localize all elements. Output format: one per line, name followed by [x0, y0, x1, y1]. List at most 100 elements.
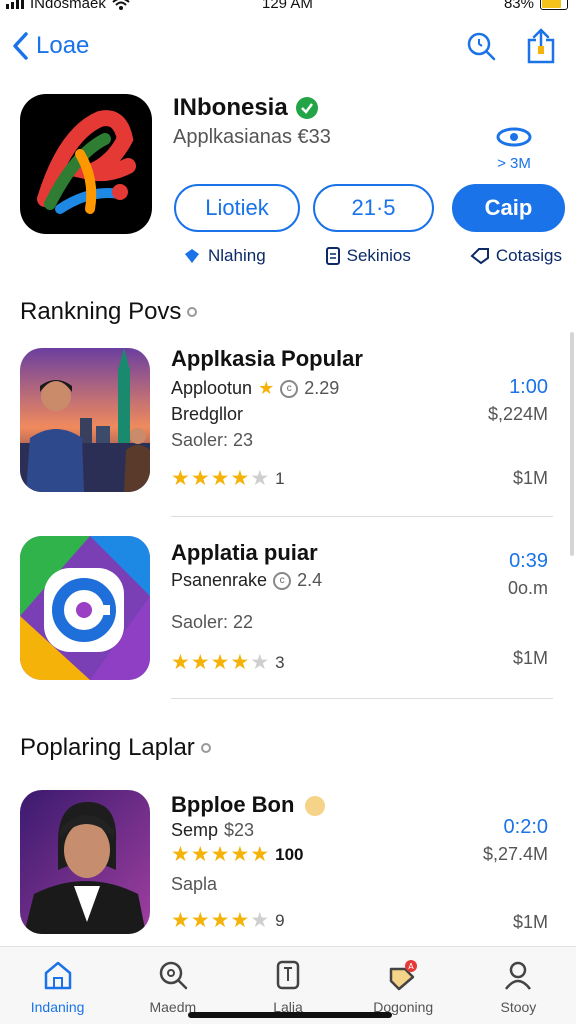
item-subtitle-text: Applootun: [171, 378, 253, 398]
star-icon: ★: [210, 651, 230, 674]
app-thumbnail: [20, 790, 150, 934]
battery-icon: [540, 0, 568, 10]
status-time: 129 AM: [262, 0, 313, 12]
battery-percent: 83%: [503, 0, 534, 12]
meta-categories-label: Cotasigs: [495, 246, 562, 265]
wifi-icon: [112, 0, 130, 10]
tag-icon: [470, 248, 489, 265]
library-icon: [276, 960, 300, 990]
carrier-name: INdosmaek: [30, 0, 106, 12]
star-empty-icon: ★: [250, 467, 270, 490]
item-title: Bpploe Bon: [171, 792, 325, 818]
item-developer: Bredgllor: [171, 404, 244, 424]
section-title-ranking-text: Rankning Povs: [20, 298, 182, 325]
chevron-left-icon: [13, 32, 28, 60]
item-seller: Saoler: 22: [171, 612, 254, 632]
star-icon: ★: [258, 378, 275, 398]
rating-count: 9: [275, 910, 285, 930]
search-icon: [159, 961, 188, 990]
app-title: INbonesia: [173, 94, 318, 122]
app-name: INbonesia: [173, 94, 288, 121]
star-empty-icon: ★: [250, 909, 270, 932]
item-subtitle: Psanenrake c 2.4: [171, 570, 322, 591]
puzzle-icon: [185, 249, 199, 263]
item-subtitle: Semp $23: [171, 820, 254, 841]
item-revenue: 0o.m: [507, 578, 548, 598]
section-title-ranking: Rankning Povs: [20, 298, 198, 326]
app-meta-row: Nlahing Sekinios Cotasigs: [182, 246, 562, 266]
divider: [171, 698, 553, 699]
item-time: 0:39: [509, 550, 548, 572]
star-icon: ★: [190, 843, 210, 866]
item-time: 1:00: [509, 376, 548, 398]
item-subtitle-text: Semp: [171, 820, 219, 840]
app-thumbnail: [20, 348, 150, 492]
divider: [171, 516, 553, 517]
item-price: $23: [224, 820, 255, 840]
tab-profile[interactable]: Stooy: [461, 947, 576, 1024]
rating-stars: ★ ★ ★ ★ ★ 1: [171, 466, 285, 491]
tab-home-label: Indaning: [30, 999, 85, 1015]
back-label: Loae: [36, 32, 90, 59]
meta-settings[interactable]: Sekinios: [325, 246, 411, 266]
item-size: $1M: [512, 468, 548, 488]
star-icon: ★: [210, 909, 230, 932]
home-indicator: [188, 1012, 392, 1018]
star-empty-icon: ★: [250, 651, 270, 674]
back-button[interactable]: Loae: [10, 28, 89, 64]
updates-icon: A: [389, 960, 418, 991]
meta-categories[interactable]: Cotasigs: [470, 246, 562, 266]
profile-icon: [505, 961, 532, 990]
rating-button[interactable]: 21·5: [313, 184, 434, 232]
home-icon: [44, 961, 71, 990]
item-title: Applatia puiar: [171, 540, 318, 565]
item-title: Applkasia Popular: [171, 346, 363, 371]
star-icon: ★: [210, 843, 230, 866]
item-seller: Sapla: [171, 874, 218, 894]
verified-check-icon: [295, 97, 318, 119]
svg-text:A: A: [408, 962, 414, 971]
star-icon: ★: [210, 467, 230, 490]
info-icon: [200, 743, 211, 753]
rating-stars-top: ★ ★ ★ ★ ★ 100: [171, 842, 304, 867]
downloads-value: > 3M: [497, 155, 531, 172]
item-seller: Saoler: 23: [171, 430, 254, 450]
item-size: $1M: [512, 648, 548, 668]
star-icon: ★: [230, 909, 250, 932]
coin-icon: c: [280, 379, 299, 398]
meta-ranking-label: Nlahing: [208, 246, 266, 265]
link-icon: [496, 127, 532, 147]
item-price: 2.29: [304, 378, 340, 398]
signal-icon: [6, 0, 24, 9]
rating-count: 3: [275, 652, 285, 672]
share-button[interactable]: [524, 28, 558, 64]
rating-count-top: 100: [275, 844, 304, 864]
item-subtitle: Applootun ★ c 2.29: [171, 378, 339, 399]
get-button[interactable]: Caip: [452, 184, 565, 232]
section-title-popular: Poplaring Laplar: [20, 734, 211, 762]
badge-icon: [304, 796, 325, 817]
meta-ranking[interactable]: Nlahing: [182, 246, 266, 266]
app-subtitle: Applkasianas €33: [173, 126, 331, 148]
section-title-popular-text: Poplaring Laplar: [20, 734, 195, 761]
item-subtitle-text: Psanenrake: [171, 570, 268, 590]
coin-icon: c: [273, 571, 292, 590]
liotiek-button[interactable]: Liotiek: [174, 184, 300, 232]
star-icon: ★: [171, 909, 190, 932]
item-size: $1M: [512, 912, 548, 932]
app-icon: [20, 94, 152, 234]
star-icon: ★: [230, 467, 250, 490]
scroll-indicator[interactable]: [570, 332, 574, 556]
star-icon: ★: [190, 909, 210, 932]
meta-settings-label: Sekinios: [346, 246, 411, 265]
search-button[interactable]: [464, 28, 498, 64]
item-revenue: $,224M: [487, 404, 548, 424]
tab-home[interactable]: Indaning: [0, 947, 115, 1024]
star-icon: ★: [190, 651, 210, 674]
rating-count: 1: [275, 468, 285, 488]
item-revenue: $,27.4M: [482, 844, 548, 864]
app-thumbnail: [20, 536, 150, 680]
status-bar: INdosmaek 129 AM 83%: [0, 0, 576, 14]
info-icon: [187, 307, 198, 317]
star-icon: ★: [171, 843, 190, 866]
